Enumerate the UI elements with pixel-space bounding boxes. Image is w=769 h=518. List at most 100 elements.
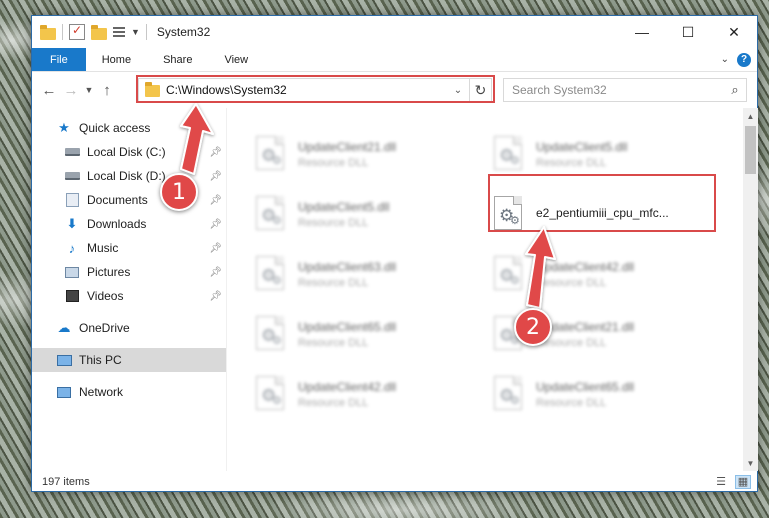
file-name: UpdateClient21.dll	[298, 139, 397, 154]
file-type: Resource DLL	[298, 216, 369, 229]
file-name: UpdateClient63.dll	[298, 259, 397, 274]
list-item[interactable]: ⚙ ⚙ UpdateClient21.dll Resource DLL	[252, 128, 477, 180]
forward-arrow-icon[interactable]: →	[60, 82, 82, 99]
file-list: ⚙ ⚙ UpdateClient21.dll Resource DLL ⚙ ⚙ Upd…	[227, 108, 743, 471]
file-type: Resource DLL	[298, 276, 369, 289]
star-icon: ★	[58, 120, 70, 135]
step-1-badge: 1	[160, 173, 198, 211]
scroll-up-icon[interactable]: ▲	[743, 108, 758, 124]
sidebar-item-downloads[interactable]: ⬇ Downloads 📌︎	[32, 212, 226, 236]
sidebar-item-pictures[interactable]: Pictures 📌︎	[32, 260, 226, 284]
sidebar-item-quick-access[interactable]: ★ Quick access	[32, 116, 226, 140]
new-folder-icon[interactable]	[91, 24, 107, 40]
pin-icon: 📌︎	[209, 242, 222, 254]
toolbar-separator	[62, 24, 63, 40]
navigation-bar: ← → ▼ ↑ C:\Windows\System32 ⌄ ↻ ⌕	[32, 72, 757, 108]
navigation-pane: ★ Quick access Local Disk (C:) 📌︎ Local …	[32, 108, 226, 471]
pin-icon: 📌︎	[209, 290, 222, 302]
list-item[interactable]: ⚙ ⚙ UpdateClient42.dll Resource DLL	[252, 368, 477, 420]
maximize-button[interactable]: ☐	[665, 16, 711, 48]
file-type: Resource DLL	[298, 336, 369, 349]
view-switcher: ☰ ▦	[713, 474, 757, 489]
sidebar-item-label: OneDrive	[79, 321, 130, 335]
dll-file-icon: ⚙ ⚙	[252, 254, 288, 294]
scrollbar-thumb[interactable]	[745, 126, 756, 174]
chevron-down-icon[interactable]: ▼	[131, 27, 140, 37]
sidebar-item-onedrive[interactable]: ☁ OneDrive	[32, 316, 226, 340]
sidebar-item-this-pc[interactable]: This PC	[32, 348, 226, 372]
scroll-down-icon[interactable]: ▼	[743, 455, 758, 471]
file-name: UpdateClient21.dll	[536, 319, 635, 334]
pin-icon: 📌︎	[209, 218, 222, 230]
help-icon[interactable]: ?	[737, 52, 751, 67]
expand-ribbon-chevron-icon[interactable]: ⌄	[721, 54, 729, 65]
file-type: Resource DLL	[298, 156, 369, 169]
title-bar: ▼ System32 — ☐ ✕	[32, 16, 757, 48]
tab-share[interactable]: Share	[147, 48, 208, 71]
recent-locations-chevron-icon[interactable]: ▼	[82, 85, 96, 95]
search-input[interactable]	[512, 83, 724, 97]
sidebar-item-label: Local Disk (C:)	[87, 145, 166, 159]
file-name: UpdateClient65.dll	[298, 319, 397, 334]
ribbon-tabs: File Home Share View ⌄ ?	[32, 48, 757, 72]
dll-file-icon: ⚙ ⚙	[252, 194, 288, 234]
step-2-badge: 2	[514, 308, 552, 346]
minimize-button[interactable]: —	[619, 16, 665, 48]
window-title: System32	[156, 25, 211, 39]
film-icon	[64, 289, 80, 303]
file-explorer-window: ▼ System32 — ☐ ✕ File Home Share View ⌄ …	[31, 15, 758, 492]
documents-icon	[64, 193, 80, 207]
up-arrow-icon[interactable]: ↑	[96, 82, 118, 99]
back-arrow-icon[interactable]: ←	[38, 82, 60, 99]
sidebar-item-label: Local Disk (D:)	[87, 169, 166, 183]
file-type: Resource DLL	[298, 396, 369, 409]
file-name: UpdateClient5.dll	[536, 139, 628, 154]
tab-view[interactable]: View	[208, 48, 264, 71]
disk-icon	[64, 145, 80, 159]
sidebar-item-label: Quick access	[79, 121, 151, 135]
list-item[interactable]: ⚙ ⚙ UpdateClient5.dll Resource DLL	[252, 188, 477, 240]
file-name: UpdateClient5.dll	[298, 199, 390, 214]
close-button[interactable]: ✕	[711, 16, 757, 48]
sidebar-item-music[interactable]: ♪ Music 📌︎	[32, 236, 226, 260]
tab-file[interactable]: File	[32, 48, 86, 71]
sidebar-item-local-disk-d[interactable]: Local Disk (D:) 📌︎	[32, 164, 226, 188]
customize-icon[interactable]	[113, 27, 125, 39]
item-count: 197 items	[42, 475, 90, 488]
list-item[interactable]: ⚙ ⚙ UpdateClient5.dll Resource DLL	[490, 128, 715, 180]
search-icon[interactable]: ⌕	[724, 82, 746, 98]
tiles-view-icon[interactable]: ▦	[735, 474, 751, 489]
tab-home[interactable]: Home	[86, 48, 147, 71]
sidebar-item-videos[interactable]: Videos 📌︎	[32, 284, 226, 308]
pictures-icon	[64, 265, 80, 279]
address-highlight-box	[136, 75, 495, 103]
sidebar-item-label: Pictures	[87, 265, 131, 279]
file-type: Resource DLL	[536, 396, 607, 409]
list-item[interactable]: ⚙ ⚙ UpdateClient65.dll Resource DLL	[490, 368, 715, 420]
pin-icon: 📌︎	[209, 146, 222, 158]
details-view-icon[interactable]: ☰	[713, 475, 729, 489]
list-item[interactable]: ⚙ ⚙ UpdateClient65.dll Resource DLL	[252, 308, 477, 360]
vertical-scrollbar[interactable]: ▲ ▼	[743, 108, 758, 471]
cloud-icon: ☁	[57, 320, 71, 335]
quick-access-toolbar: ▼ System32	[32, 16, 210, 48]
file-highlight-box	[488, 174, 716, 232]
dll-file-icon: ⚙ ⚙	[252, 134, 288, 174]
search-box[interactable]: ⌕	[503, 78, 747, 102]
disk-icon	[64, 169, 80, 183]
list-item[interactable]: ⚙ ⚙ UpdateClient42.dll Resource DLL	[490, 248, 715, 300]
dll-file-icon: ⚙ ⚙	[252, 314, 288, 354]
dll-file-icon: ⚙ ⚙	[252, 374, 288, 414]
dll-file-icon: ⚙ ⚙	[490, 134, 526, 174]
properties-check-icon[interactable]	[69, 23, 85, 40]
ribbon-right: ⌄ ?	[721, 48, 757, 71]
list-item[interactable]: ⚙ ⚙ UpdateClient63.dll Resource DLL	[252, 248, 477, 300]
file-type: Resource DLL	[536, 156, 607, 169]
file-type: Resource DLL	[536, 336, 607, 349]
sidebar-item-local-disk-c[interactable]: Local Disk (C:) 📌︎	[32, 140, 226, 164]
sidebar-item-network[interactable]: Network	[32, 380, 226, 404]
sidebar-item-label: Documents	[87, 193, 148, 207]
file-name: UpdateClient65.dll	[536, 379, 635, 394]
sidebar-item-label: Videos	[87, 289, 124, 303]
dll-file-icon: ⚙ ⚙	[490, 374, 526, 414]
